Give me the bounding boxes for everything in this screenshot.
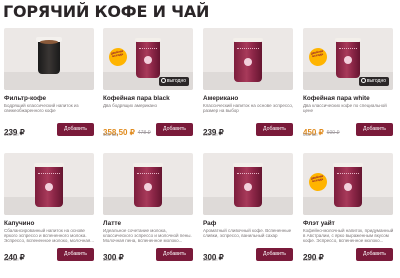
product-description: Классический напиток на основе эспрессо,… [203, 103, 294, 114]
product-description: Кофейно-молочный напиток, придуманный в … [303, 228, 394, 244]
price-row: 300 ₽ [103, 247, 124, 265]
promo-sticker: двойная выгода [307, 46, 329, 68]
benefit-badge: выгодно [158, 77, 189, 86]
coffee-cup-image [133, 163, 163, 207]
price-row: 290 ₽ [303, 247, 324, 265]
page-title: ГОРЯЧИЙ КОФЕ И ЧАЙ [3, 2, 210, 21]
product-volume: 300 мл [4, 257, 19, 262]
product-description: Два классических кофе по специальной цен… [303, 103, 387, 114]
product-volume: 300 мл [103, 257, 118, 262]
product-image[interactable] [4, 153, 94, 215]
product-name[interactable]: Кофейная пара black [103, 95, 170, 102]
add-to-cart-button[interactable]: Добавить [156, 123, 193, 136]
coffee-cup-image [135, 38, 161, 78]
product-description: Идеальное сочетание молока, классическог… [103, 228, 192, 244]
price-row: 300 ₽ [203, 247, 224, 265]
product-card[interactable]: двойная выгода выгодно Кофейная пара black Д… [99, 28, 197, 150]
product-image[interactable]: двойная выгода выгодно [303, 28, 393, 90]
old-price: 600 ₽ [326, 130, 340, 136]
coffee-cup-image [333, 163, 363, 207]
product-card[interactable]: Раф Ароматный сливочный кофе. Вспененные … [199, 153, 297, 275]
product-image[interactable] [4, 28, 94, 90]
percent-icon [160, 78, 166, 83]
product-card[interactable]: Фильтр-кофе Бодрящий классический напиток… [0, 28, 98, 150]
product-volume: 600 мл [103, 132, 118, 137]
price-row: 239 ₽ [4, 122, 25, 140]
product-description: Ароматный сливочный кофе. Вспененные сли… [203, 228, 292, 239]
product-image[interactable] [203, 153, 293, 215]
add-to-cart-button[interactable]: Добавить [356, 123, 393, 136]
promo-sticker: двойная выгода [107, 46, 129, 68]
benefit-badge: выгодно [358, 77, 389, 86]
product-name[interactable]: Кофейная пара white [303, 95, 370, 102]
product-name[interactable]: Раф [203, 220, 216, 227]
product-name[interactable]: Капучино [4, 220, 34, 227]
product-volume: 300 мл [203, 132, 218, 137]
add-to-cart-button[interactable]: Добавить [256, 123, 293, 136]
product-name[interactable]: Фильтр-кофе [4, 95, 46, 102]
badge-label: выгодно [366, 78, 386, 84]
coffee-cup-image [34, 163, 64, 207]
product-image[interactable]: двойная выгода [303, 153, 393, 215]
product-image[interactable] [103, 153, 193, 215]
product-volume: 300 мл [303, 257, 318, 262]
product-card[interactable]: двойная выгода выгодно Кофейная пара white Д… [299, 28, 397, 150]
product-volume: 600 мл [303, 132, 318, 137]
price-row: 450 ₽600 ₽ [303, 122, 340, 140]
product-image[interactable]: двойная выгода выгодно [103, 28, 193, 90]
product-card[interactable]: Американо Классический напиток на основе … [199, 28, 297, 150]
coffee-cup-image [36, 37, 62, 74]
product-name[interactable]: Американо [203, 95, 238, 102]
product-description: Сбалансированный напиток на основе ярког… [4, 228, 95, 244]
badge-label: выгодно [166, 78, 186, 84]
add-to-cart-button[interactable]: Добавить [156, 248, 193, 261]
product-volume: 300 мл [4, 132, 19, 137]
add-to-cart-button[interactable]: Добавить [57, 123, 94, 136]
old-price: 478 ₽ [137, 130, 151, 136]
percent-icon [360, 78, 366, 83]
product-image[interactable] [203, 28, 293, 90]
add-to-cart-button[interactable]: Добавить [356, 248, 393, 261]
price-row: 240 ₽ [4, 247, 25, 265]
coffee-cup-image [335, 38, 361, 78]
product-card[interactable]: Капучино Сбалансированный напиток на осно… [0, 153, 98, 275]
price-row: 239 ₽ [203, 122, 224, 140]
add-to-cart-button[interactable]: Добавить [256, 248, 293, 261]
product-description: Два бодрящих американо [103, 103, 158, 108]
coffee-cup-image [233, 38, 263, 82]
product-card[interactable]: Латте Идеальное сочетание молока, классич… [99, 153, 197, 275]
add-to-cart-button[interactable]: Добавить [57, 248, 94, 261]
product-volume: 300 мл [203, 257, 218, 262]
product-name[interactable]: Флэт уайт [303, 220, 335, 227]
price-row: 358,50 ₽478 ₽ [103, 122, 151, 140]
product-name[interactable]: Латте [103, 220, 121, 227]
product-description: Бодрящий классический напиток из свежеоб… [4, 103, 79, 114]
product-card[interactable]: двойная выгода Флэт уайт Кофейно-молочный н… [299, 153, 397, 275]
promo-sticker: двойная выгода [307, 171, 329, 193]
coffee-cup-image [233, 163, 263, 207]
